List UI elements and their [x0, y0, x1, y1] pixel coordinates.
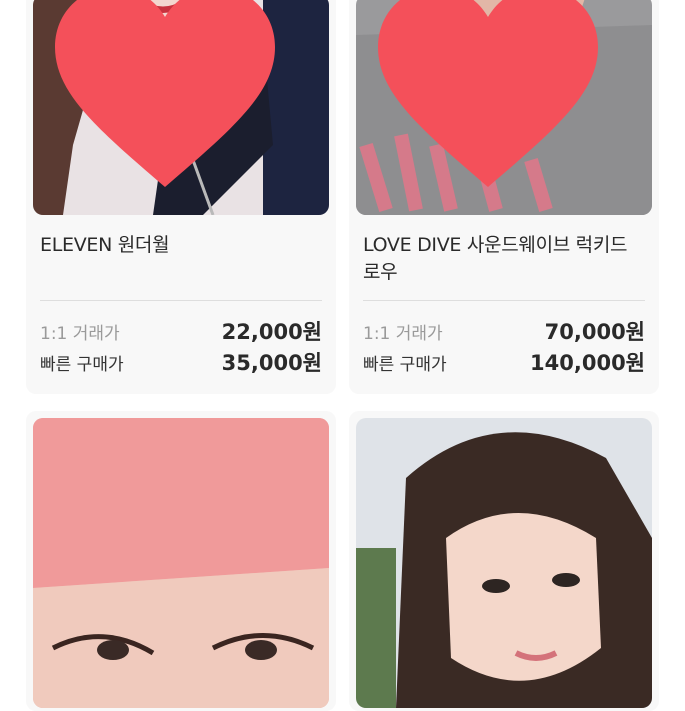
- trade-price-row: 1:1 거래가 70,000원: [363, 320, 645, 347]
- trade-price-label: 1:1 거래가: [40, 324, 120, 344]
- quick-buy-price-label: 빠른 구매가: [40, 355, 124, 375]
- product-photo[interactable]: [33, 418, 329, 708]
- divider: [40, 300, 322, 301]
- quick-buy-price-value: 140,000원: [530, 351, 645, 375]
- divider: [363, 300, 645, 301]
- quick-buy-price-value: 35,000원: [221, 351, 322, 375]
- trade-price-value: 70,000원: [544, 320, 645, 344]
- trade-price-row: 1:1 거래가 22,000원: [40, 320, 322, 347]
- heart-icon[interactable]: [356, 0, 636, 197]
- quick-buy-price-label: 빠른 구매가: [363, 355, 447, 375]
- product-card[interactable]: [26, 411, 336, 711]
- product-title[interactable]: ELEVEN 원더월: [40, 232, 320, 259]
- trade-price-label: 1:1 거래가: [363, 324, 443, 344]
- trade-price-value: 22,000원: [221, 320, 322, 344]
- product-photo[interactable]: [356, 0, 652, 215]
- product-card[interactable]: LOVE DIVE 사운드웨이브 럭키드로우 1:1 거래가 70,000원 빠…: [349, 0, 659, 394]
- product-title[interactable]: LOVE DIVE 사운드웨이브 럭키드로우: [363, 232, 643, 286]
- product-card[interactable]: ELEVEN 원더월 1:1 거래가 22,000원 빠른 구매가 35,000…: [26, 0, 336, 394]
- heart-icon[interactable]: [33, 0, 313, 197]
- product-photo[interactable]: [356, 418, 652, 708]
- quick-buy-price-row: 빠른 구매가 140,000원: [363, 351, 645, 378]
- product-card[interactable]: [349, 411, 659, 711]
- quick-buy-price-row: 빠른 구매가 35,000원: [40, 351, 322, 378]
- product-photo[interactable]: [33, 0, 329, 215]
